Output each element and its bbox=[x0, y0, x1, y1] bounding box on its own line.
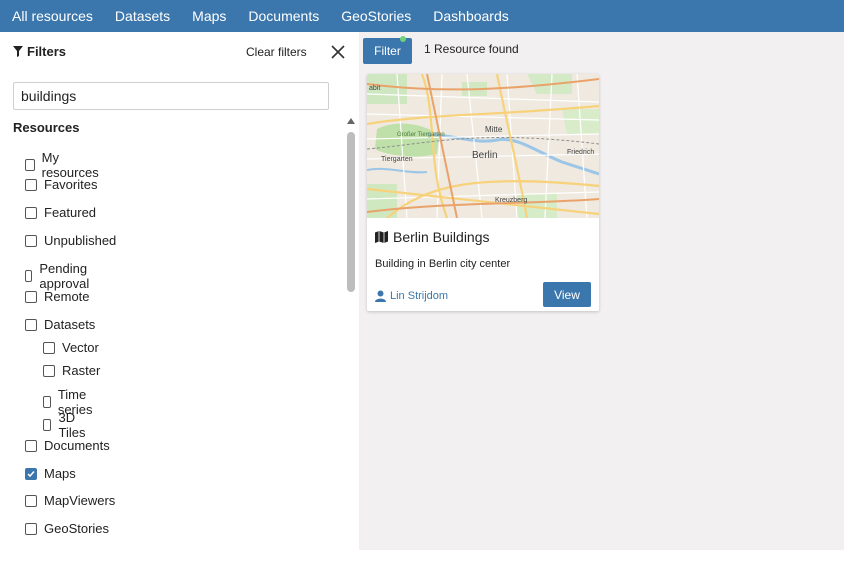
filter-label: Unpublished bbox=[44, 233, 117, 248]
sidebar-scrollbar[interactable] bbox=[344, 118, 358, 550]
nav-maps[interactable]: Maps bbox=[181, 0, 237, 32]
checkbox[interactable] bbox=[25, 290, 37, 303]
view-button-label: View bbox=[554, 287, 580, 302]
filter-label: Vector bbox=[62, 340, 99, 355]
map-label-grosser-tiergarten: Großer Tiergarten bbox=[397, 132, 445, 138]
checkbox[interactable] bbox=[25, 522, 37, 535]
clear-filters-button[interactable]: Clear filters bbox=[246, 45, 307, 59]
card-author[interactable]: Lin Strijdom bbox=[375, 290, 448, 302]
filter-vector[interactable]: Vector bbox=[43, 340, 99, 355]
filter-pending-approval[interactable]: Pending approval bbox=[25, 261, 94, 291]
checkbox[interactable] bbox=[25, 318, 37, 331]
filter-label: Remote bbox=[44, 289, 90, 304]
scroll-up-arrow-icon[interactable] bbox=[347, 118, 355, 124]
top-navigation: All resources Datasets Maps Documents Ge… bbox=[0, 0, 844, 32]
filter-label: Favorites bbox=[44, 177, 98, 192]
bottom-strip bbox=[0, 550, 844, 561]
card-description: Building in Berlin city center bbox=[375, 258, 511, 270]
filter-label: MapViewers bbox=[44, 493, 116, 508]
resource-card[interactable]: abit Mitte Großer Tiergarten Tiergarten … bbox=[367, 74, 599, 311]
map-label-kreuzberg: Kreuzberg bbox=[495, 197, 527, 204]
map-label-tiergarten: Tiergarten bbox=[381, 156, 413, 163]
filter-label: Pending approval bbox=[39, 261, 90, 291]
filter-button-label: Filter bbox=[374, 44, 401, 58]
checkbox-checked[interactable] bbox=[25, 467, 37, 480]
card-title-label: Berlin Buildings bbox=[393, 229, 490, 245]
checkbox[interactable] bbox=[43, 364, 55, 377]
card-author-name: Lin Strijdom bbox=[390, 290, 449, 302]
funnel-icon bbox=[13, 46, 23, 57]
user-icon bbox=[375, 290, 386, 302]
filter-label: Datasets bbox=[44, 317, 96, 332]
map-icon bbox=[375, 231, 388, 243]
filter-documents[interactable]: Documents bbox=[25, 438, 110, 453]
scroll-thumb[interactable] bbox=[347, 132, 355, 292]
view-button[interactable]: View bbox=[543, 282, 591, 307]
checkbox[interactable] bbox=[25, 439, 37, 452]
filter-label: Raster bbox=[62, 363, 101, 378]
checkbox[interactable] bbox=[43, 396, 51, 408]
filter-mapviewers[interactable]: MapViewers bbox=[25, 493, 115, 508]
filter-favorites[interactable]: Favorites bbox=[25, 177, 97, 192]
nav-geostories[interactable]: GeoStories bbox=[330, 0, 422, 32]
map-thumbnail[interactable]: abit Mitte Großer Tiergarten Tiergarten … bbox=[367, 74, 599, 218]
filter-button[interactable]: Filter bbox=[363, 38, 412, 64]
filter-label: Maps bbox=[44, 466, 76, 481]
filters-title: Filters bbox=[13, 44, 66, 59]
filter-label: GeoStories bbox=[44, 521, 110, 536]
checkbox[interactable] bbox=[25, 494, 37, 507]
map-label-mitte: Mitte bbox=[485, 125, 503, 134]
checkbox[interactable] bbox=[43, 341, 55, 354]
filter-label: Documents bbox=[44, 438, 110, 453]
filter-label: 3D Tiles bbox=[58, 410, 86, 440]
checkbox[interactable] bbox=[43, 419, 52, 431]
close-icon[interactable] bbox=[329, 43, 347, 61]
filter-featured[interactable]: Featured bbox=[25, 205, 96, 220]
resource-count: 1 Resource found bbox=[424, 42, 519, 56]
checkbox[interactable] bbox=[25, 270, 33, 282]
map-label-abit: abit bbox=[369, 85, 380, 92]
checkbox[interactable] bbox=[25, 234, 37, 247]
resources-heading: Resources bbox=[13, 120, 80, 135]
filter-raster[interactable]: Raster bbox=[43, 363, 100, 378]
nav-datasets[interactable]: Datasets bbox=[104, 0, 181, 32]
checkmark-icon bbox=[27, 470, 35, 477]
filter-label: Featured bbox=[44, 205, 97, 220]
results-area: Filter 1 Resource found abit Mitte Große… bbox=[359, 32, 844, 550]
nav-documents[interactable]: Documents bbox=[237, 0, 330, 32]
checkbox[interactable] bbox=[25, 206, 37, 219]
filter-my-resources[interactable]: My resources bbox=[25, 150, 101, 180]
filter-datasets[interactable]: Datasets bbox=[25, 317, 95, 332]
checkbox[interactable] bbox=[25, 159, 35, 171]
search-input[interactable] bbox=[13, 82, 329, 110]
nav-all-resources[interactable]: All resources bbox=[0, 0, 104, 32]
filters-title-label: Filters bbox=[27, 44, 67, 59]
filter-label: My resources bbox=[41, 150, 99, 180]
map-label-berlin: Berlin bbox=[472, 150, 498, 161]
card-title[interactable]: Berlin Buildings bbox=[375, 229, 490, 245]
filter-maps[interactable]: Maps bbox=[25, 466, 76, 481]
filter-geostories[interactable]: GeoStories bbox=[25, 521, 109, 536]
filter-3d-tiles[interactable]: 3D Tiles bbox=[43, 410, 89, 440]
nav-dashboards[interactable]: Dashboards bbox=[422, 0, 520, 32]
filter-unpublished[interactable]: Unpublished bbox=[25, 233, 116, 248]
filter-remote[interactable]: Remote bbox=[25, 289, 90, 304]
map-label-friedrich: Friedrich bbox=[567, 149, 594, 156]
checkbox[interactable] bbox=[25, 178, 37, 191]
filters-sidebar: Filters Clear filters Resources My resou… bbox=[0, 32, 359, 550]
active-filter-badge bbox=[400, 36, 406, 42]
